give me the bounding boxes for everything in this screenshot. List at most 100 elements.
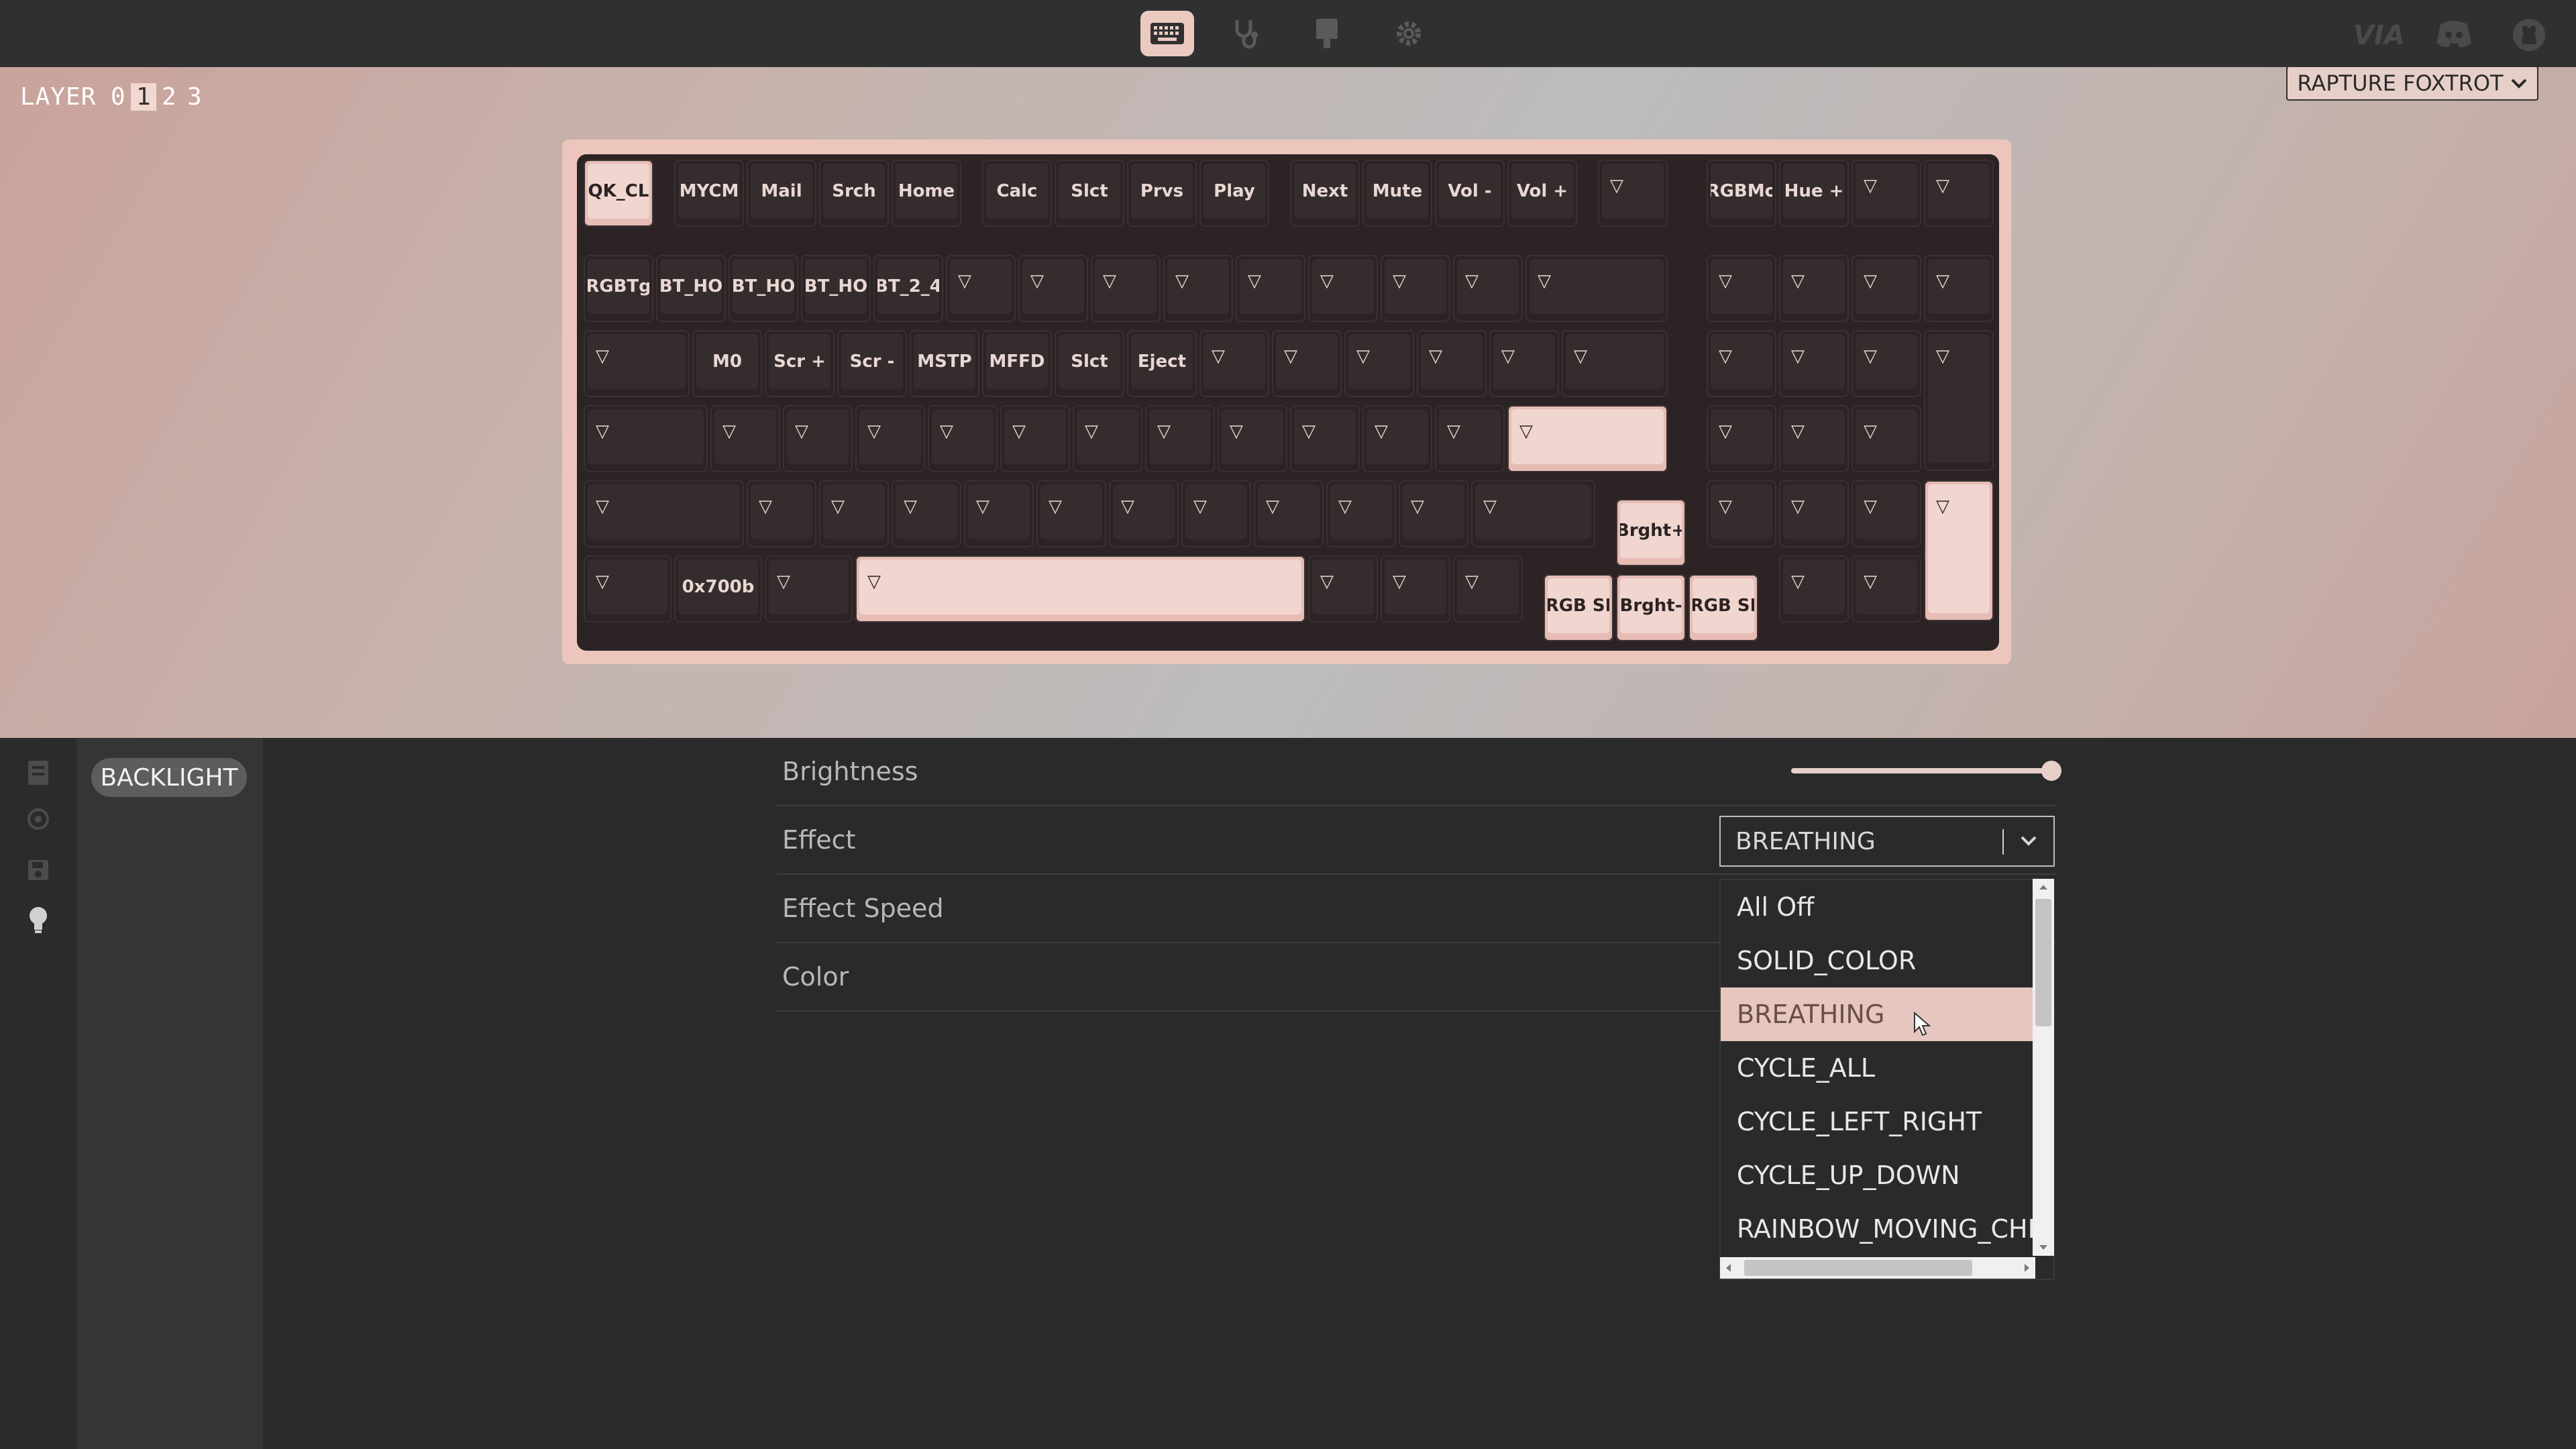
key-r0-1[interactable]: MYCM	[674, 160, 744, 227]
scroll-up-arrow-icon[interactable]	[2038, 883, 2049, 891]
key-r5-6[interactable]: ▽	[1453, 555, 1523, 623]
key-r2-10[interactable]: ▽	[1344, 330, 1414, 397]
key-r1-14[interactable]: ▽	[1707, 255, 1776, 322]
key-r4-15[interactable]: ▽	[1924, 480, 1994, 621]
effect-dropdown[interactable]: BREATHING	[1719, 816, 2055, 867]
key-r5-5[interactable]: ▽	[1381, 555, 1450, 623]
key-r1-7[interactable]: ▽	[1091, 255, 1161, 322]
key-r3-9[interactable]: ▽	[1290, 405, 1360, 472]
horizontal-scroll-thumb[interactable]	[1744, 1260, 1972, 1276]
backlight-menu-item[interactable]: BACKLIGHT	[91, 758, 247, 797]
key-r0-0[interactable]: QK_CL	[584, 160, 653, 227]
key-r1-13[interactable]: ▽	[1525, 255, 1668, 322]
key-r0-11[interactable]: Vol -	[1435, 160, 1505, 227]
key-r2-1[interactable]: M0	[692, 330, 762, 397]
key-r4-5[interactable]: ▽	[1036, 480, 1106, 547]
key-r1-1[interactable]: BT_HO	[656, 255, 726, 322]
key-r2-17[interactable]: ▽	[1924, 330, 1994, 471]
key-r1-10[interactable]: ▽	[1308, 255, 1378, 322]
key-r4-10[interactable]: ▽	[1399, 480, 1468, 547]
key-tester-tab[interactable]	[1220, 11, 1273, 56]
brightness-slider[interactable]	[1791, 761, 2061, 781]
device-selector-button[interactable]: RAPTURE FOXTROT	[2286, 66, 2538, 101]
key-r0-9[interactable]: Next	[1290, 160, 1360, 227]
key-r2-4[interactable]: MSTP	[910, 330, 979, 397]
key-r4-11[interactable]: ▽	[1471, 480, 1595, 547]
key-r5-1[interactable]: 0x700b	[674, 555, 762, 623]
key-r2-9[interactable]: ▽	[1272, 330, 1342, 397]
key-r3-4[interactable]: ▽	[928, 405, 998, 472]
key-r2-2[interactable]: Scr +	[765, 330, 835, 397]
key-r3-10[interactable]: ▽	[1362, 405, 1432, 472]
key-r1-17[interactable]: ▽	[1924, 255, 1994, 322]
key-r0-14[interactable]: RGBMo	[1707, 160, 1776, 227]
key-r1-12[interactable]: ▽	[1453, 255, 1523, 322]
vertical-scrollbar[interactable]	[2033, 879, 2054, 1256]
key-r0-12[interactable]: Vol +	[1507, 160, 1577, 227]
key-r5-3[interactable]: ▽	[855, 555, 1305, 623]
layer-1-button[interactable]: 1	[131, 83, 157, 111]
key-r5-0[interactable]: ▽	[584, 555, 672, 623]
option-solid-color[interactable]: SOLID_COLOR	[1721, 934, 2035, 987]
key-r5-8[interactable]: Brght-	[1616, 574, 1686, 641]
key-r3-14[interactable]: ▽	[1779, 405, 1849, 472]
key-r5-7[interactable]: RGB SI	[1544, 574, 1613, 641]
key-r3-12[interactable]: ▽	[1507, 405, 1668, 472]
key-r3-13[interactable]: ▽	[1707, 405, 1776, 472]
discord-icon[interactable]	[2435, 17, 2473, 51]
target-icon[interactable]	[27, 808, 50, 830]
horizontal-scrollbar[interactable]	[1720, 1257, 2035, 1279]
scroll-down-arrow-icon[interactable]	[2038, 1244, 2049, 1252]
layer-2-button[interactable]: 2	[156, 83, 182, 111]
key-r4-1[interactable]: ▽	[747, 480, 816, 547]
key-r1-6[interactable]: ▽	[1018, 255, 1088, 322]
key-r4-7[interactable]: ▽	[1181, 480, 1251, 547]
key-r2-7[interactable]: Eject	[1127, 330, 1197, 397]
layer-3-button[interactable]: 3	[182, 83, 207, 111]
option-rainbow-moving-chevron[interactable]: RAINBOW_MOVING_CHEVRON	[1721, 1202, 2035, 1256]
key-r4-13[interactable]: ▽	[1779, 480, 1849, 547]
key-r2-14[interactable]: ▽	[1707, 330, 1776, 397]
key-r4-3[interactable]: ▽	[892, 480, 961, 547]
key-r0-7[interactable]: Prvs	[1127, 160, 1197, 227]
scroll-right-arrow-icon[interactable]	[2023, 1263, 2031, 1273]
key-r2-0[interactable]: ▽	[584, 330, 690, 397]
key-r3-0[interactable]: ▽	[584, 405, 708, 472]
key-r4-0[interactable]: ▽	[584, 480, 744, 547]
key-r1-5[interactable]: ▽	[946, 255, 1016, 322]
key-r5-10[interactable]: ▽	[1779, 555, 1849, 623]
key-r0-2[interactable]: Mail	[747, 160, 816, 227]
lightbulb-icon[interactable]	[27, 906, 50, 934]
configure-tab[interactable]	[1140, 11, 1194, 56]
key-r3-7[interactable]: ▽	[1145, 405, 1215, 472]
key-r5-4[interactable]: ▽	[1308, 555, 1378, 623]
key-r2-15[interactable]: ▽	[1779, 330, 1849, 397]
key-r4-6[interactable]: ▽	[1109, 480, 1179, 547]
key-r0-13[interactable]: ▽	[1598, 160, 1668, 227]
key-r5-9[interactable]: RGB SI	[1688, 574, 1758, 641]
key-r4-12[interactable]: ▽	[1707, 480, 1776, 547]
layer-0-button[interactable]: 0	[105, 83, 131, 111]
key-r4-16[interactable]: Brght+	[1616, 499, 1686, 566]
save-icon[interactable]	[27, 859, 50, 881]
key-r2-6[interactable]: Slct	[1055, 330, 1124, 397]
key-r0-6[interactable]: Slct	[1055, 160, 1124, 227]
key-r2-13[interactable]: ▽	[1562, 330, 1668, 397]
vertical-scroll-thumb[interactable]	[2035, 899, 2051, 1026]
key-r4-9[interactable]: ▽	[1326, 480, 1396, 547]
key-r0-16[interactable]: ▽	[1851, 160, 1921, 227]
slider-thumb[interactable]	[2041, 761, 2061, 781]
key-r4-2[interactable]: ▽	[819, 480, 889, 547]
design-tab[interactable]	[1300, 11, 1354, 56]
key-r1-11[interactable]: ▽	[1381, 255, 1450, 322]
key-r3-11[interactable]: ▽	[1435, 405, 1505, 472]
key-r1-9[interactable]: ▽	[1236, 255, 1305, 322]
key-r1-3[interactable]: BT_HO	[801, 255, 871, 322]
key-r5-2[interactable]: ▽	[765, 555, 853, 623]
key-r3-2[interactable]: ▽	[783, 405, 853, 472]
option-all-off[interactable]: All Off	[1721, 880, 2035, 934]
key-r0-5[interactable]: Calc	[982, 160, 1052, 227]
scroll-left-arrow-icon[interactable]	[1724, 1263, 1732, 1273]
key-r1-0[interactable]: RGBTg	[584, 255, 653, 322]
key-r1-16[interactable]: ▽	[1851, 255, 1921, 322]
